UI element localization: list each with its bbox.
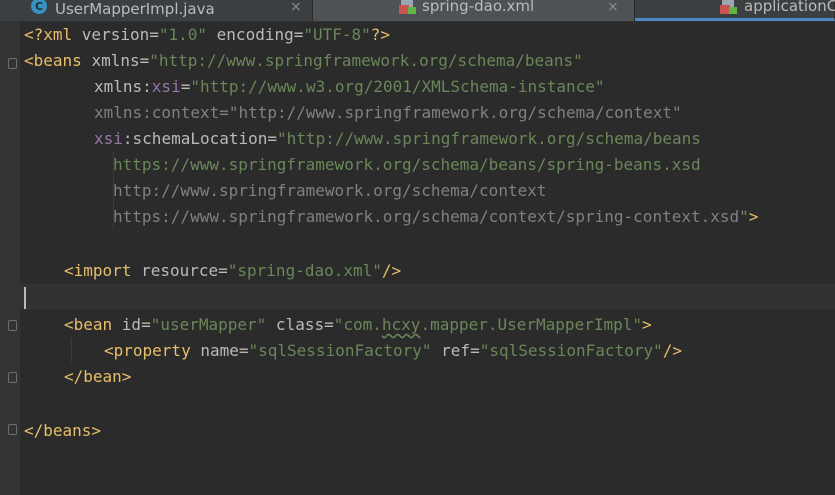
token: </beans>	[24, 421, 102, 440]
tab-label: spring-dao.xml	[422, 0, 535, 15]
code-line-7: http://www.springframework.org/schema/co…	[113, 178, 546, 204]
code-line-12: <bean id="userMapper" class="com.hcxy.ma…	[64, 312, 652, 338]
token: <bean	[64, 315, 122, 334]
token: class=	[266, 315, 334, 334]
close-tab-icon[interactable]: ×	[290, 0, 302, 15]
code-line-5: xsi:schemaLocation="http://www.springfra…	[94, 126, 701, 152]
code-line-4: xmlns:context="http://www.springframewor…	[94, 100, 682, 126]
token: http://www.springframework.org/schema/co…	[113, 181, 547, 200]
text-caret	[24, 287, 26, 309]
tab-user-mapper-impl[interactable]: UserMapperImpl.java ×	[0, 0, 313, 21]
spring-xml-icon	[720, 0, 737, 14]
token: version=	[81, 25, 159, 44]
token: xmlns:context=	[94, 103, 229, 122]
token: xmlns=	[91, 51, 150, 70]
token: "http://www.springframework.org/schema/b…	[149, 51, 583, 70]
code-line-11-current	[20, 284, 835, 310]
editor-gutter	[0, 22, 20, 495]
token: resource=	[141, 261, 228, 280]
code-line-16: </beans>	[24, 418, 101, 444]
token: "sqlSessionFactory"	[248, 341, 432, 360]
fold-marker-icon[interactable]	[8, 424, 17, 435]
fold-marker-icon[interactable]	[8, 320, 17, 331]
code-line-10: <import resource="spring-dao.xml"/>	[64, 258, 401, 284]
token: "sqlSessionFactory"	[479, 341, 663, 360]
token: <property	[104, 341, 201, 360]
code-line-3: xmlns:xsi="http://www.w3.org/2001/XMLSch…	[94, 74, 605, 100]
token: xsi	[94, 129, 123, 148]
fold-marker-icon[interactable]	[8, 58, 17, 69]
token: https://www.springframework.org/schema/b…	[113, 155, 701, 174]
token: name=	[200, 341, 249, 360]
token: "spring-dao.xml"	[227, 261, 382, 280]
code-line-2: <beans xmlns="http://www.springframework…	[24, 48, 583, 74]
token: https://www.springframework.org/schema/c…	[113, 207, 749, 226]
token: "http://www.w3.org/2001/XMLSchema-instan…	[190, 77, 605, 96]
tab-label: applicationC	[744, 0, 835, 15]
close-tab-icon[interactable]: ×	[607, 0, 619, 15]
token: >	[642, 315, 652, 334]
token: <beans	[24, 51, 92, 70]
token: xsi	[151, 77, 181, 96]
code-line-13: <property name="sqlSessionFactory" ref="…	[104, 338, 682, 364]
token: "com.	[333, 315, 382, 334]
token: :schemaLocation=	[122, 129, 278, 148]
token: "UTF-8"	[303, 25, 371, 44]
code-line-6: https://www.springframework.org/schema/b…	[113, 152, 701, 178]
token: .mapper.UserMapperImpl"	[420, 315, 642, 334]
token: id=	[121, 315, 151, 334]
token: <import	[64, 261, 142, 280]
token: "userMapper"	[150, 315, 267, 334]
token: encoding=	[207, 25, 304, 44]
token: "1.0"	[158, 25, 208, 44]
token: </bean>	[64, 367, 132, 386]
code-line-14: </bean>	[64, 364, 131, 390]
token: xmlns:	[94, 77, 152, 96]
token: >	[748, 207, 759, 226]
token: <?xml	[24, 25, 82, 44]
spring-xml-icon	[399, 0, 416, 14]
token: hcxy	[381, 315, 421, 334]
token: />	[381, 261, 402, 280]
token: />	[662, 341, 682, 360]
code-editor[interactable]: <?xml version="1.0" encoding="UTF-8"?> <…	[20, 22, 835, 495]
fold-marker-icon[interactable]	[8, 372, 17, 383]
token: =	[180, 77, 191, 96]
code-line-8: https://www.springframework.org/schema/c…	[113, 204, 758, 230]
token: ref=	[431, 341, 480, 360]
code-line-1: <?xml version="1.0" encoding="UTF-8"?>	[24, 22, 390, 48]
indent-guide	[71, 338, 72, 362]
editor-tab-bar: UserMapperImpl.java × ×	[0, 0, 835, 22]
token: "http://www.springframework.org/schema/b…	[277, 129, 701, 148]
tab-label: UserMapperImpl.java	[55, 0, 215, 18]
token: ?>	[370, 25, 391, 44]
token: "http://www.springframework.org/schema/c…	[228, 103, 682, 122]
